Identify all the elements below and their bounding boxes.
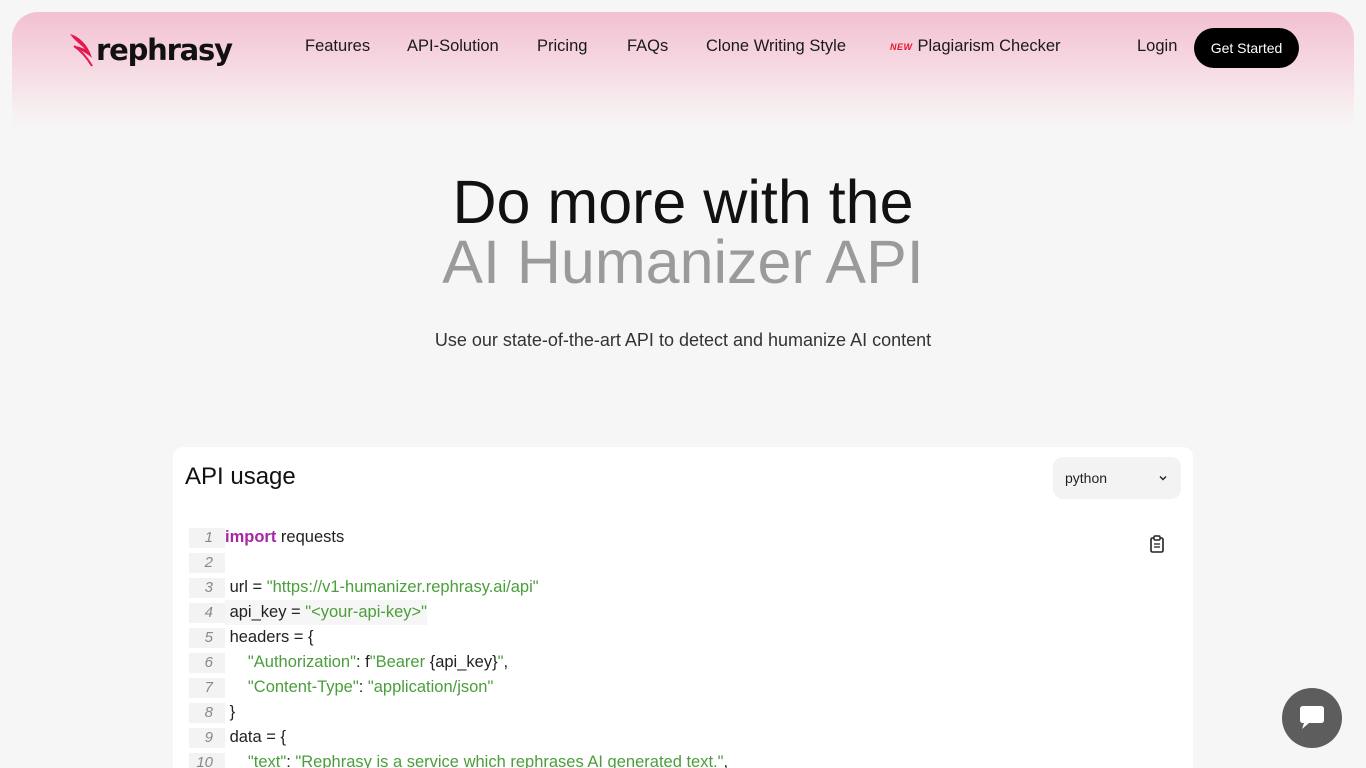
code-token: {api_key} xyxy=(429,653,498,672)
code-line: 3 url = "https://v1-humanizer.rephrasy.a… xyxy=(189,575,728,600)
brand-name: rephrasy xyxy=(96,33,233,67)
code-text: "Content-Type": "application/json" xyxy=(225,675,493,700)
api-usage-card: API usage python 1 import requests 2 3 url… xyxy=(173,447,1193,768)
login-link[interactable]: Login xyxy=(1137,37,1177,56)
code-line: 2 xyxy=(189,550,728,575)
nav-plagiarism-checker[interactable]: NEW Plagiarism Checker xyxy=(890,37,1061,56)
plagiarism-label: Plagiarism Checker xyxy=(917,37,1061,55)
code-line: 6 "Authorization": f"Bearer {api_key}", xyxy=(189,650,728,675)
code-token: import xyxy=(225,528,277,547)
line-number: 5 xyxy=(189,627,225,648)
chat-bubble-icon xyxy=(1300,706,1324,729)
code-token: "Rephrasy is a service which rephrases A… xyxy=(295,753,724,768)
hero-title-line1: Do more with the xyxy=(452,168,914,236)
line-number: 10 xyxy=(189,752,225,768)
code-line: 8 } xyxy=(189,700,728,725)
code-token: "Authorization" xyxy=(247,653,356,672)
code-line: 9 data = { xyxy=(189,725,728,750)
line-number: 1 xyxy=(189,527,225,548)
line-number: 2 xyxy=(189,552,225,573)
code-token: url = xyxy=(225,578,267,597)
code-text: "text": "Rephrasy is a service which rep… xyxy=(225,750,728,768)
line-number: 8 xyxy=(189,702,225,723)
nav-features[interactable]: Features xyxy=(305,37,370,56)
get-started-button[interactable]: Get Started xyxy=(1194,28,1299,68)
line-number: 4 xyxy=(189,602,225,623)
code-token: } xyxy=(225,703,236,722)
code-token: "https://v1-humanizer.rephrasy.ai/api" xyxy=(266,578,539,597)
line-number: 7 xyxy=(189,677,225,698)
line-number: 3 xyxy=(189,577,225,598)
code-text: } xyxy=(225,700,236,725)
language-select[interactable]: python xyxy=(1053,457,1181,499)
code-token: "application/json" xyxy=(367,678,494,697)
code-text: import requests xyxy=(225,525,344,550)
code-text xyxy=(225,550,230,575)
code-token: , xyxy=(503,653,509,672)
code-token: api_key = xyxy=(225,603,306,622)
new-badge: NEW xyxy=(890,42,913,52)
code-line: 10 "text": "Rephrasy is a service which … xyxy=(189,750,728,768)
api-usage-title: API usage xyxy=(185,463,296,490)
code-block: 1 import requests 2 3 url = "https://v1-hu… xyxy=(189,525,728,768)
code-line: 5 headers = { xyxy=(189,625,728,650)
chevron-down-icon xyxy=(1159,476,1167,481)
clipboard-icon[interactable] xyxy=(1149,535,1165,553)
code-token: : xyxy=(358,678,368,697)
code-token: "<your-api-key>" xyxy=(305,603,428,622)
code-line: 1 import requests xyxy=(189,525,728,550)
line-number: 9 xyxy=(189,727,225,748)
nav-clone-writing-style[interactable]: Clone Writing Style xyxy=(706,37,846,56)
code-text: url = "https://v1-humanizer.rephrasy.ai/… xyxy=(225,575,539,600)
code-text: headers = { xyxy=(225,625,314,650)
code-token: data = { xyxy=(225,728,287,747)
code-text: "Authorization": f"Bearer {api_key}", xyxy=(225,650,508,675)
line-number: 6 xyxy=(189,652,225,673)
feather-logo-icon xyxy=(70,34,93,67)
code-token: "Bearer xyxy=(369,653,430,672)
language-value: python xyxy=(1065,470,1108,486)
code-token: : xyxy=(355,653,366,672)
code-text: api_key = "<your-api-key>" xyxy=(225,600,428,626)
code-token: "Content-Type" xyxy=(247,678,359,697)
code-token: , xyxy=(723,753,729,768)
nav-faqs[interactable]: FAQs xyxy=(627,37,668,56)
code-token: "text" xyxy=(247,753,287,768)
code-token: requests xyxy=(276,528,345,547)
rephrasy-logo[interactable]: rephrasy xyxy=(68,30,233,70)
code-line: 4 api_key = "<your-api-key>" xyxy=(189,600,728,626)
chat-widget-button[interactable] xyxy=(1282,688,1342,748)
code-token: headers = { xyxy=(225,628,314,647)
code-line: 7 "Content-Type": "application/json" xyxy=(189,675,728,700)
code-text: data = { xyxy=(225,725,286,750)
hero-subtitle: Use our state-of-the-art API to detect a… xyxy=(434,330,932,350)
nav-api-solution[interactable]: API-Solution xyxy=(407,37,499,56)
hero-title-line2: AI Humanizer API xyxy=(442,228,924,296)
nav-pricing[interactable]: Pricing xyxy=(537,37,587,56)
